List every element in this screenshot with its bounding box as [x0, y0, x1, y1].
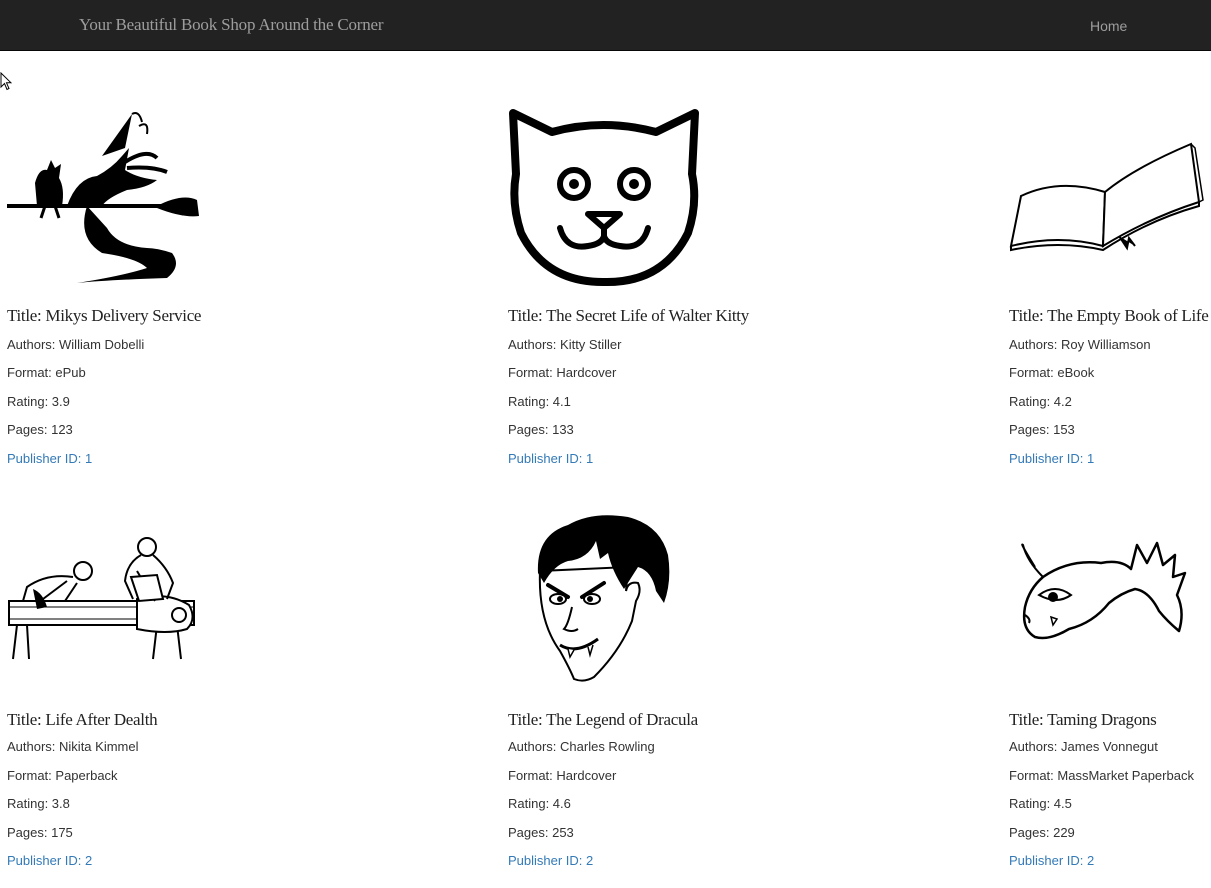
publisher-link[interactable]: Publisher ID: 1	[1009, 451, 1094, 466]
witch-on-broom-icon	[7, 112, 199, 283]
brand-title[interactable]: Your Beautiful Book Shop Around the Corn…	[79, 15, 384, 35]
book-pages: Pages: 229	[1009, 825, 1075, 840]
book-pages: Pages: 123	[7, 422, 73, 437]
book-title: Title: The Legend of Dracula	[508, 710, 698, 729]
book-rating: Rating: 4.6	[508, 796, 571, 811]
book-pages: Pages: 175	[7, 825, 73, 840]
publisher-link[interactable]: Publisher ID: 1	[508, 451, 593, 466]
book-authors: Authors: Kitty Stiller	[508, 337, 622, 352]
book-authors: Authors: William Dobelli	[7, 337, 145, 352]
book-authors: Authors: James Vonnegut	[1009, 739, 1158, 754]
book-title: Title: The Empty Book of Life	[1009, 306, 1209, 325]
cat-face-icon	[509, 109, 699, 287]
book-rating: Rating: 3.8	[7, 796, 70, 811]
mummification-icon	[8, 537, 195, 660]
book-title: Title: The Secret Life of Walter Kitty	[508, 306, 749, 325]
publisher-link[interactable]: Publisher ID: 2	[7, 853, 92, 868]
nav-home-link[interactable]: Home	[1090, 18, 1127, 34]
book-format: Format: Hardcover	[508, 365, 617, 380]
book-pages: Pages: 153	[1009, 422, 1075, 437]
book-pages: Pages: 133	[508, 422, 574, 437]
book-authors: Authors: Nikita Kimmel	[7, 739, 139, 754]
book-rating: Rating: 3.9	[7, 394, 70, 409]
book-rating: Rating: 4.1	[508, 394, 571, 409]
book-rating: Rating: 4.2	[1009, 394, 1072, 409]
book-title: Title: Taming Dragons	[1009, 710, 1157, 729]
book-format: Format: MassMarket Paperback	[1009, 768, 1194, 783]
book-title: Title: Mikys Delivery Service	[7, 306, 202, 325]
dracula-face-icon	[537, 515, 670, 682]
book-authors: Authors: Roy Williamson	[1009, 337, 1151, 352]
open-book-icon	[1009, 142, 1204, 252]
book-title: Title: Life After Dealth	[7, 710, 158, 729]
publisher-link[interactable]: Publisher ID: 1	[7, 451, 92, 466]
top-navbar: Your Beautiful Book Shop Around the Corn…	[0, 0, 1211, 51]
book-format: Format: Hardcover	[508, 768, 617, 783]
book-format: Format: eBook	[1009, 365, 1095, 380]
publisher-link[interactable]: Publisher ID: 2	[1009, 853, 1094, 868]
book-format: Format: Paperback	[7, 768, 118, 783]
mouse-cursor-icon	[0, 72, 12, 91]
book-rating: Rating: 4.5	[1009, 796, 1072, 811]
dragon-head-icon	[1021, 541, 1187, 640]
book-authors: Authors: Charles Rowling	[508, 739, 655, 754]
book-pages: Pages: 253	[508, 825, 574, 840]
publisher-link[interactable]: Publisher ID: 2	[508, 853, 593, 868]
book-format: Format: ePub	[7, 365, 86, 380]
